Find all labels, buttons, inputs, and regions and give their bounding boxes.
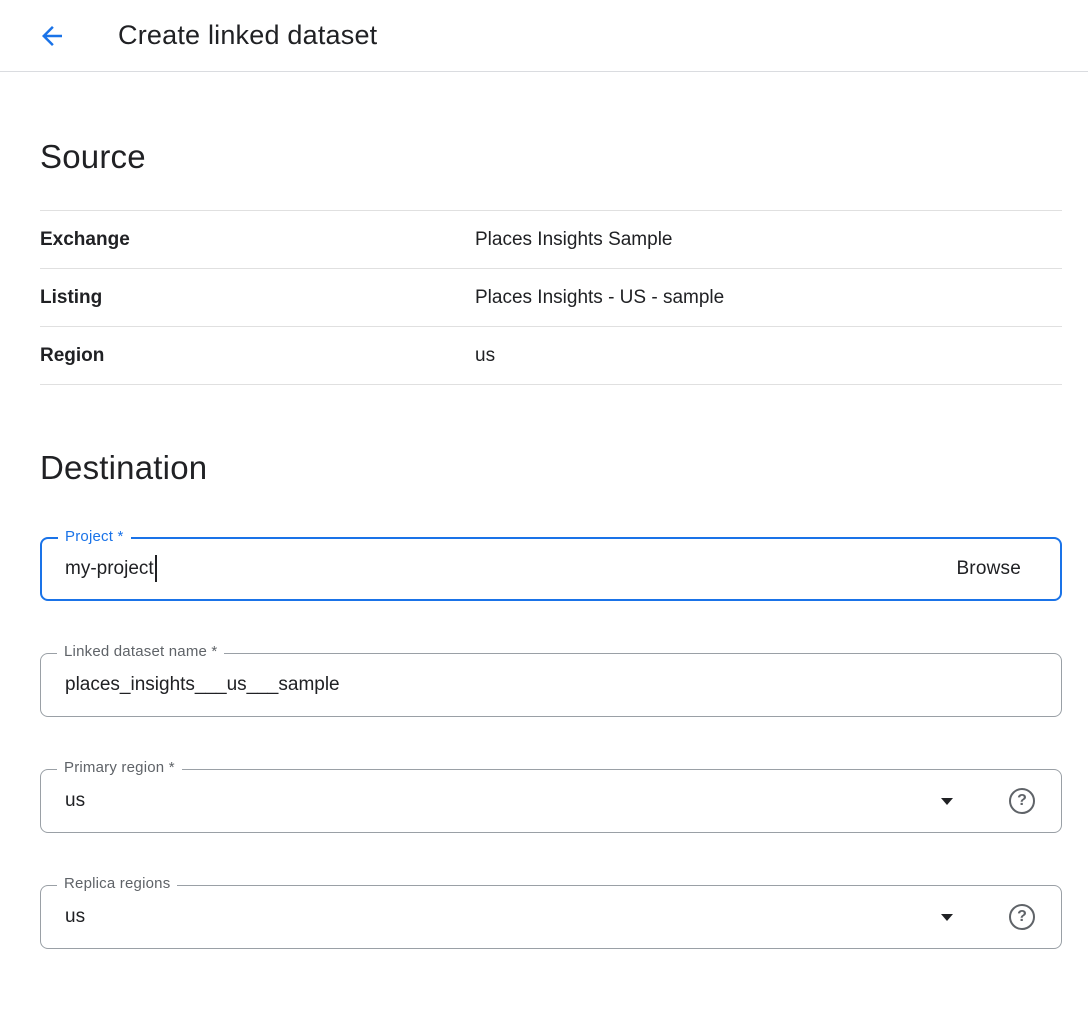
replica-regions-select[interactable]: Replica regions us ? [40,885,1062,949]
chevron-down-icon [941,914,953,921]
page-header: Create linked dataset [0,0,1088,72]
text-cursor [155,555,157,582]
linked-dataset-name-input[interactable]: places_insights___us___sample [65,674,340,696]
help-icon[interactable]: ? [1009,788,1035,814]
table-row-listing: Listing Places Insights - US - sample [40,269,1062,327]
linked-dataset-name-label: Linked dataset name * [57,643,224,660]
source-info-table: Exchange Places Insights Sample Listing … [40,210,1062,385]
main-content: Source Exchange Places Insights Sample L… [0,137,1088,1029]
linked-dataset-name-field[interactable]: Linked dataset name * places_insights___… [40,653,1062,717]
help-icon[interactable]: ? [1009,904,1035,930]
replica-regions-value: us [65,906,85,928]
row-label: Region [40,345,475,367]
row-value: Places Insights Sample [475,229,673,251]
project-field-label: Project * [58,528,131,545]
table-row-exchange: Exchange Places Insights Sample [40,211,1062,269]
primary-region-value: us [65,790,85,812]
row-label: Exchange [40,229,475,251]
row-label: Listing [40,287,475,309]
page-title: Create linked dataset [118,20,377,51]
row-value: us [475,345,495,367]
chevron-down-icon [941,798,953,805]
source-heading: Source [40,137,1062,177]
primary-region-select[interactable]: Primary region * us ? [40,769,1062,833]
browse-button[interactable]: Browse [956,558,1035,580]
destination-heading: Destination [40,448,1062,488]
primary-region-label: Primary region * [57,759,182,776]
row-value: Places Insights - US - sample [475,287,724,309]
replica-regions-label: Replica regions [57,875,177,892]
project-input[interactable]: my-project [65,558,154,580]
back-button[interactable] [32,16,72,56]
table-row-region: Region us [40,327,1062,385]
project-field[interactable]: Project * my-project Browse [40,537,1062,601]
arrow-left-icon [37,21,67,51]
